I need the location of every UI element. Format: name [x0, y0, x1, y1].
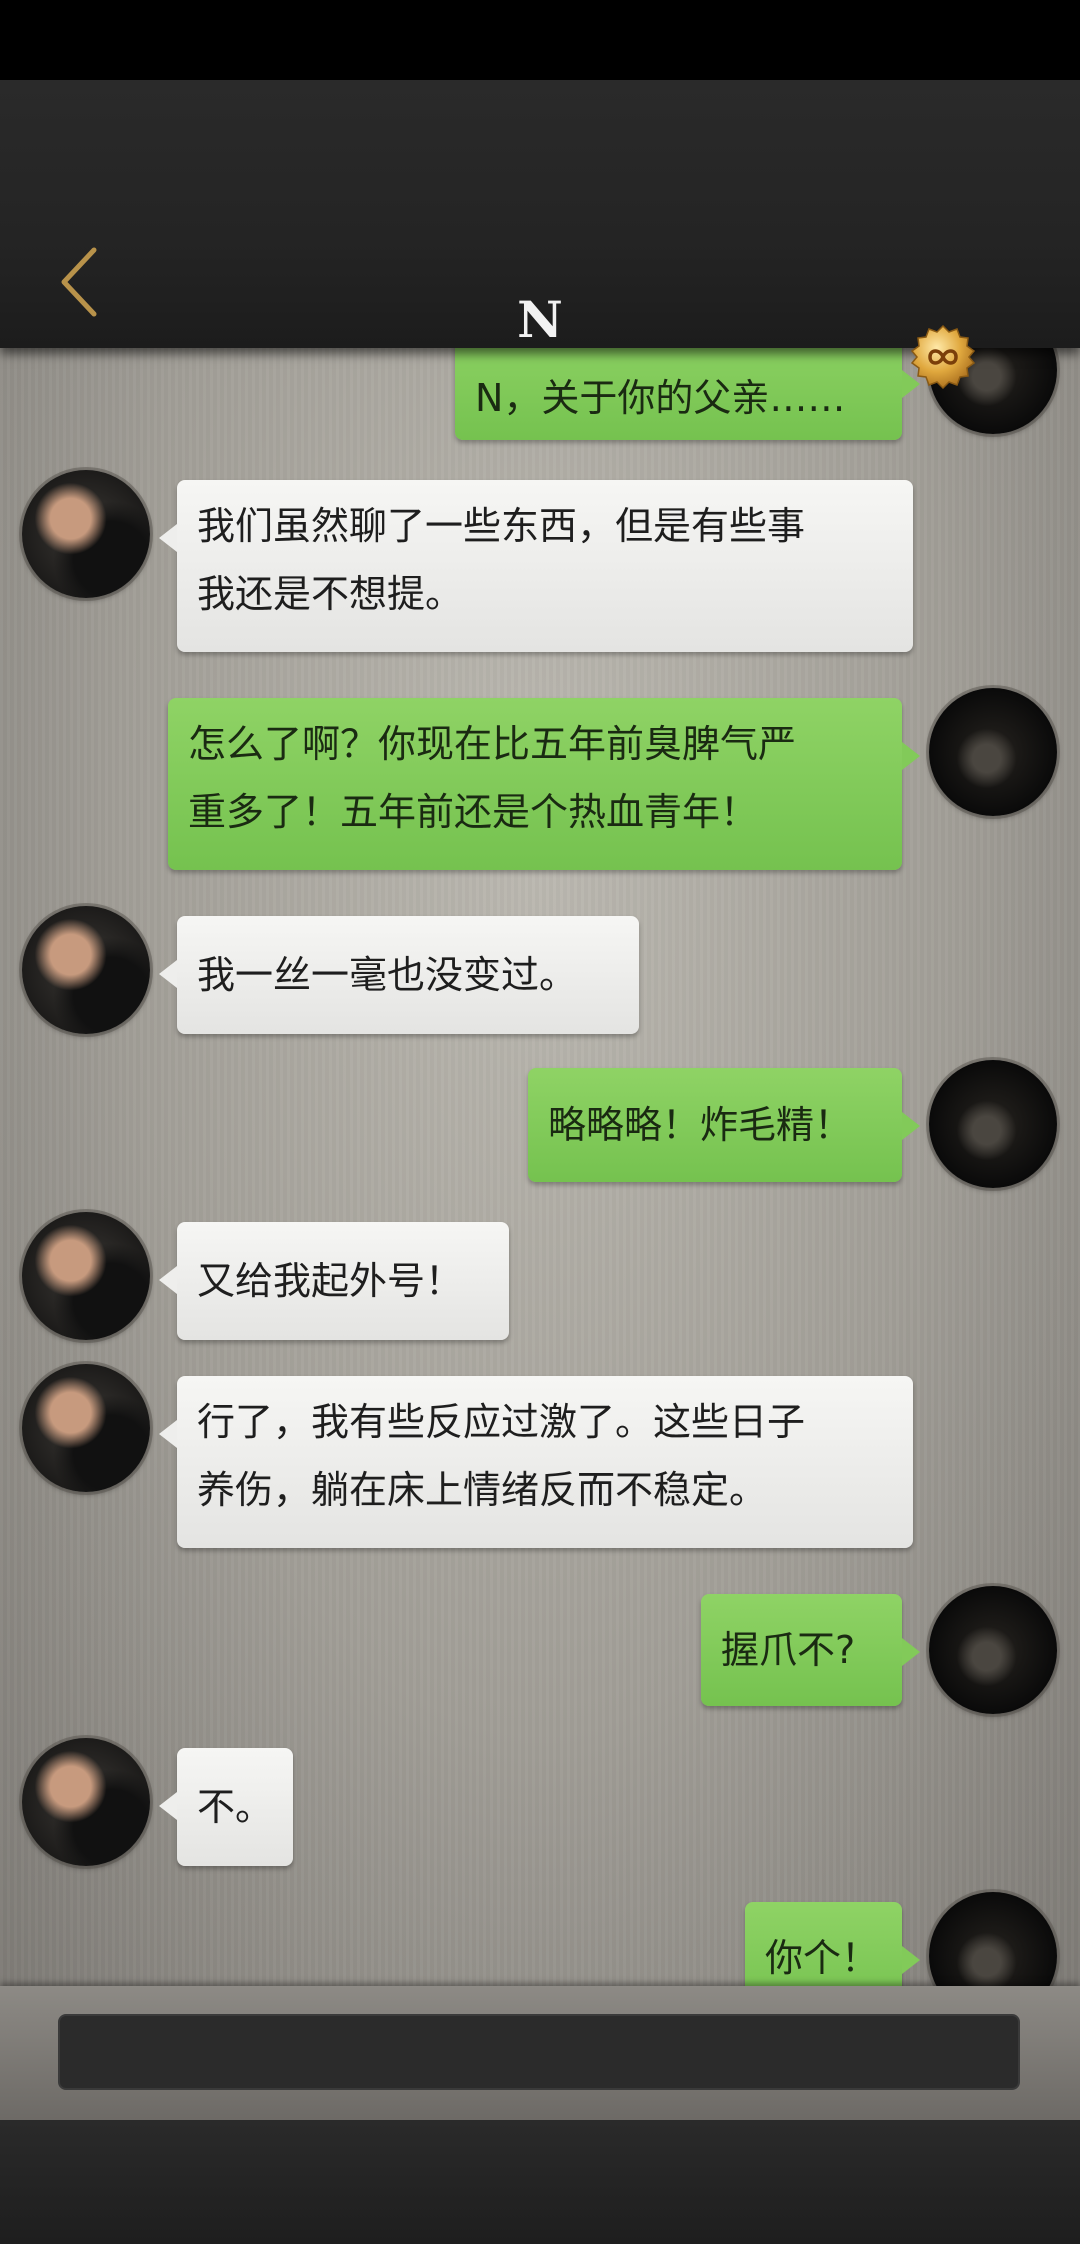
message-bubble-outgoing: 握爪不? [701, 1594, 920, 1706]
message-line: 我还是不想提。 [197, 572, 464, 616]
contact-avatar[interactable] [22, 1738, 150, 1866]
badge-button[interactable] [910, 324, 976, 390]
message-input[interactable] [58, 2014, 1020, 2090]
message-bubble-outgoing: 略略略！炸毛精！ [528, 1068, 920, 1182]
message-bubble-outgoing: 怎么了啊？你现在比五年前臭脾气严 重多了！五年前还是个热血青年！ [168, 698, 920, 870]
message-text: 握爪不? [721, 1628, 856, 1672]
player-avatar[interactable] [929, 1892, 1057, 1986]
message-text: 我们虽然聊了一些东西，但是有些事 我还是不想提。 [197, 480, 893, 640]
contact-avatar[interactable] [22, 1212, 150, 1340]
message-text: 行了，我有些反应过激了。这些日子 养伤，躺在床上情绪反而不稳定。 [197, 1376, 893, 1536]
message-line: 我们虽然聊了一些东西，但是有些事 [197, 504, 806, 548]
player-avatar[interactable] [929, 688, 1057, 816]
contact-avatar[interactable] [22, 470, 150, 598]
bottom-bar [0, 2120, 1080, 2244]
player-avatar[interactable] [929, 1586, 1057, 1714]
chat-area[interactable]: N，关于你的父亲…… 我们虽然聊了一些东西，但是有些事 我还是不想提。 怎么了啊… [0, 348, 1080, 1986]
message-line: 怎么了啊？你现在比五年前臭脾气严 [188, 722, 797, 766]
message-text: 又给我起外号！ [197, 1259, 464, 1303]
contact-avatar[interactable] [22, 906, 150, 1034]
contact-avatar[interactable] [22, 1364, 150, 1492]
message-bubble-incoming: 又给我起外号！ [159, 1222, 509, 1340]
message-bubble-incoming: 我一丝一毫也没变过。 [159, 916, 639, 1034]
input-bar [0, 1986, 1080, 2120]
message-bubble-incoming: 行了，我有些反应过激了。这些日子 养伤，躺在床上情绪反而不稳定。 [159, 1376, 913, 1548]
message-bubble-outgoing: 你个！ [745, 1902, 920, 1986]
status-bar [0, 0, 1080, 80]
message-line: 养伤，躺在床上情绪反而不稳定。 [197, 1468, 768, 1512]
infinity-coin-icon [910, 324, 976, 390]
message-text: N，关于你的父亲…… [475, 376, 846, 420]
message-bubble-incoming: 不。 [159, 1748, 293, 1866]
message-bubble-incoming: 我们虽然聊了一些东西，但是有些事 我还是不想提。 [159, 480, 913, 652]
player-avatar[interactable] [929, 1060, 1057, 1188]
message-line: 行了，我有些反应过激了。这些日子 [197, 1400, 806, 1444]
message-text: 我一丝一毫也没变过。 [197, 953, 578, 997]
top-bar: N [0, 80, 1080, 390]
message-text: 怎么了啊？你现在比五年前臭脾气严 重多了！五年前还是个热血青年！ [188, 698, 882, 858]
message-text: 不。 [197, 1785, 274, 1829]
message-line: 重多了！五年前还是个热血青年！ [188, 790, 759, 834]
message-text: 略略略！炸毛精！ [548, 1103, 853, 1147]
message-text: 你个！ [765, 1936, 880, 1980]
message-bubble-outgoing: N，关于你的父亲…… [455, 348, 920, 440]
